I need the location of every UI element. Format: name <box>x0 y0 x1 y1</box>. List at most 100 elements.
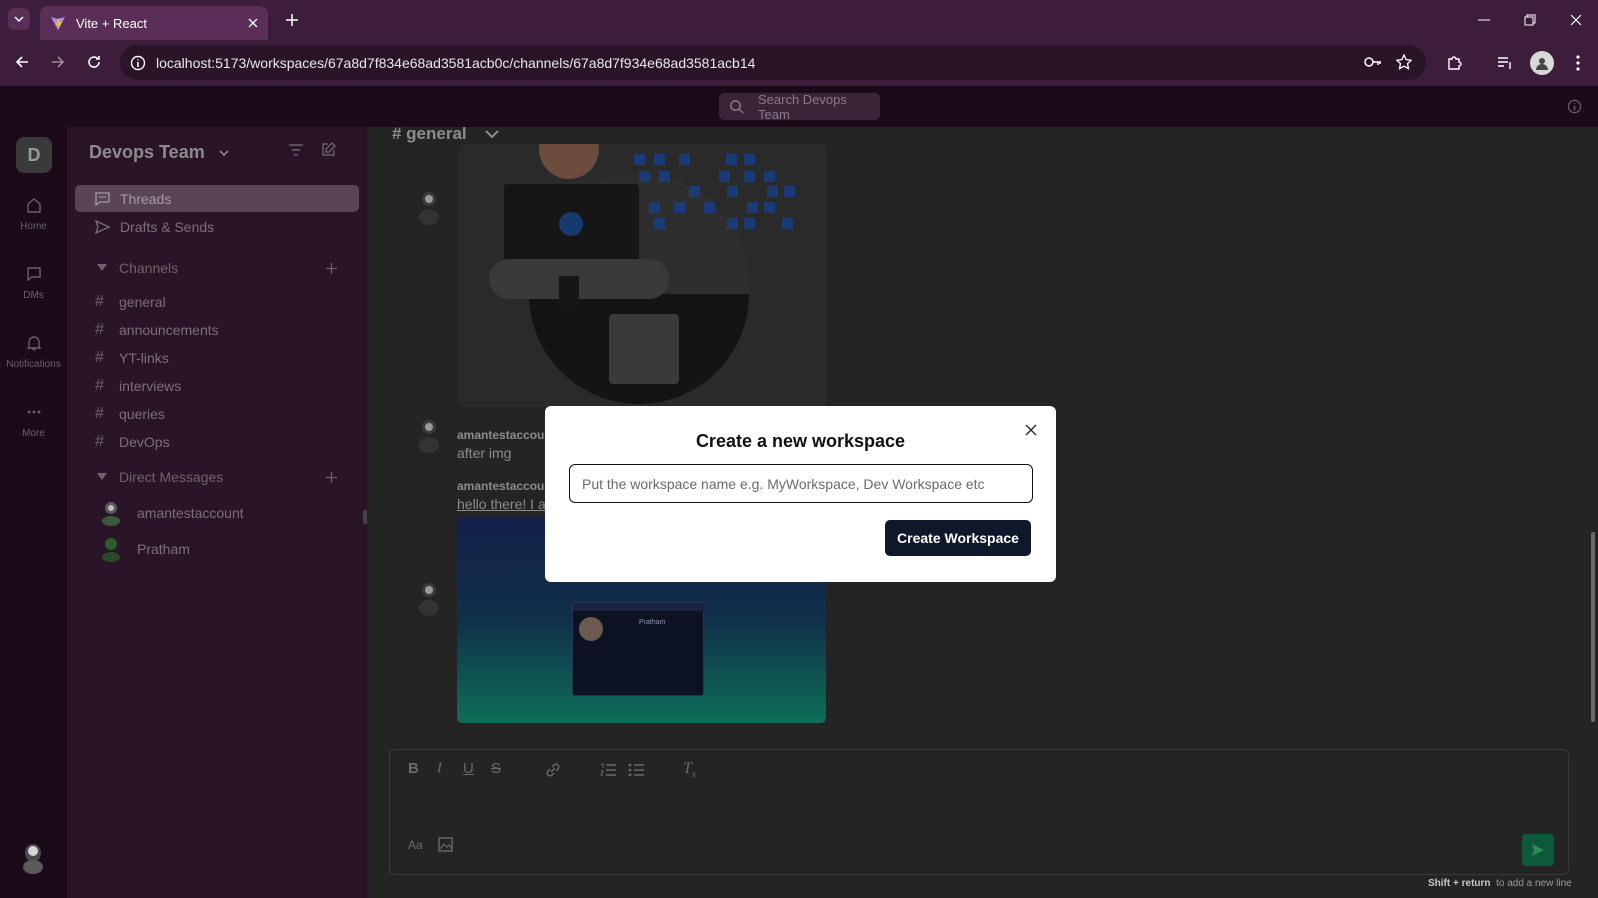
sidebar-item-channel[interactable]: # DevOps <box>75 428 359 455</box>
hint-key: Shift + return <box>1428 878 1491 889</box>
minimize-button[interactable] <box>1474 10 1494 30</box>
channel-sidebar: Devops Team Threads Drafts & Sends Chann… <box>67 127 367 898</box>
link-icon[interactable] <box>545 763 561 777</box>
rail-item-notifications[interactable]: Notifications <box>0 335 67 370</box>
hint-text: to add a new line <box>1496 878 1572 889</box>
sidebar-item-channel[interactable]: # general <box>75 288 359 315</box>
sidebar-item-channel[interactable]: # announcements <box>75 316 359 343</box>
tab-strip: Vite + React <box>0 0 1598 40</box>
browser-chrome: Vite + React localhost:5173/workspaces/6… <box>0 0 1598 86</box>
threads-icon <box>95 191 110 206</box>
message-composer[interactable]: B I U S Tx Aa <box>389 749 1569 875</box>
image-upload-icon[interactable] <box>438 837 453 852</box>
forward-button[interactable] <box>48 52 68 72</box>
chat-icon <box>26 267 41 282</box>
tab-search-button[interactable] <box>8 8 30 30</box>
browser-menu-button[interactable] <box>1568 52 1588 74</box>
message-author[interactable]: amantestaccount <box>457 479 556 493</box>
new-tab-button[interactable] <box>282 10 302 30</box>
kebab-menu-icon <box>1576 55 1580 71</box>
avatar <box>419 420 439 453</box>
sidebar-item-threads[interactable]: Threads <box>75 185 359 212</box>
ordered-list-icon[interactable] <box>600 763 616 777</box>
puzzle-icon <box>1448 56 1462 70</box>
create-workspace-button[interactable]: Create Workspace <box>885 520 1031 556</box>
workspace-name-button[interactable]: Devops Team <box>89 142 230 163</box>
message-illustration[interactable] <box>459 144 826 407</box>
profile-card-preview: Pratham <box>572 602 705 696</box>
address-bar[interactable]: localhost:5173/workspaces/67a8d7f834e68a… <box>120 45 1426 80</box>
user-avatar[interactable] <box>18 839 48 877</box>
message-text: hello there! I a <box>457 496 546 512</box>
reload-button[interactable] <box>84 52 104 72</box>
extensions-button[interactable] <box>1443 52 1465 74</box>
profile-avatar[interactable] <box>1530 51 1554 75</box>
bell-icon <box>25 336 42 351</box>
media-controls-button[interactable] <box>1494 52 1516 74</box>
rail-item-more[interactable]: More <box>0 404 67 439</box>
playlist-icon <box>1498 57 1511 69</box>
channel-header[interactable]: # general <box>392 124 499 144</box>
hash-icon: # <box>95 432 104 450</box>
sidebar-item-channel[interactable]: # interviews <box>75 372 359 399</box>
workspace-switcher[interactable]: D <box>16 137 52 173</box>
app-rail: D Home DMs Notifications More <box>0 127 67 898</box>
workspace-search-input[interactable]: Search Devops Team <box>719 91 880 122</box>
bookmark-star-icon[interactable] <box>1396 54 1412 70</box>
chevron-down-icon <box>14 16 24 23</box>
send-icon <box>95 219 110 234</box>
plus-icon <box>286 14 298 26</box>
hash-icon: # <box>95 404 104 422</box>
message-scrollbar[interactable] <box>1588 149 1598 734</box>
sidebar-item-channel[interactable]: # queries <box>75 400 359 427</box>
clear-format-icon[interactable]: Tx <box>683 760 696 779</box>
tab-title: Vite + React <box>76 15 147 31</box>
rail-item-dms[interactable]: DMs <box>0 266 67 301</box>
avatar <box>102 502 120 526</box>
window-close-button[interactable] <box>1566 10 1586 30</box>
dm-item[interactable]: amantestaccount <box>97 499 244 527</box>
site-info-icon[interactable] <box>130 55 146 71</box>
channel-label: queries <box>119 405 165 422</box>
send-button[interactable] <box>1522 834 1554 866</box>
italic-icon[interactable]: I <box>437 760 442 777</box>
reload-icon <box>88 56 100 68</box>
bold-icon[interactable]: B <box>408 760 419 777</box>
person-at-computer-illustration <box>459 144 826 407</box>
bullet-list-icon[interactable] <box>628 763 644 777</box>
close-icon[interactable] <box>248 18 258 28</box>
password-key-icon[interactable] <box>1364 55 1382 69</box>
chevron-down-icon <box>484 130 499 139</box>
scrollbar-thumb[interactable] <box>1591 532 1595 722</box>
workspace-name-input[interactable] <box>569 464 1033 503</box>
strikethrough-icon[interactable]: S <box>491 760 501 777</box>
message-author[interactable]: amantestaccount <box>457 428 556 442</box>
dm-item[interactable]: Pratham <box>97 535 190 563</box>
rail-label: Home <box>20 221 47 232</box>
section-label: Direct Messages <box>119 469 224 485</box>
underline-icon[interactable]: U <box>463 760 474 777</box>
info-icon[interactable] <box>1567 99 1582 114</box>
minimize-icon <box>1478 19 1490 21</box>
close-icon[interactable] <box>1024 423 1038 437</box>
sidebar-item-channel[interactable]: # YT-links <box>75 344 359 371</box>
add-dm-icon[interactable] <box>326 472 337 483</box>
hash-icon: # <box>95 320 104 338</box>
restore-button[interactable] <box>1520 10 1540 30</box>
channel-label: DevOps <box>119 433 170 450</box>
send-icon <box>1532 844 1544 856</box>
dm-label: amantestaccount <box>137 505 244 521</box>
format-toggle-button[interactable]: Aa <box>408 838 423 852</box>
dms-section-header[interactable]: Direct Messages <box>97 469 223 485</box>
back-button[interactable] <box>12 52 32 72</box>
chevron-down-icon <box>219 150 229 157</box>
more-icon <box>27 410 40 414</box>
search-placeholder: Search Devops Team <box>758 91 847 122</box>
filter-icon[interactable] <box>288 143 304 157</box>
browser-tab[interactable]: Vite + React <box>40 6 268 40</box>
sidebar-item-drafts[interactable]: Drafts & Sends <box>75 213 359 240</box>
add-channel-icon[interactable] <box>326 263 337 274</box>
rail-item-home[interactable]: Home <box>0 197 67 232</box>
channels-section-header[interactable]: Channels <box>97 260 178 276</box>
compose-icon[interactable] <box>321 141 337 157</box>
